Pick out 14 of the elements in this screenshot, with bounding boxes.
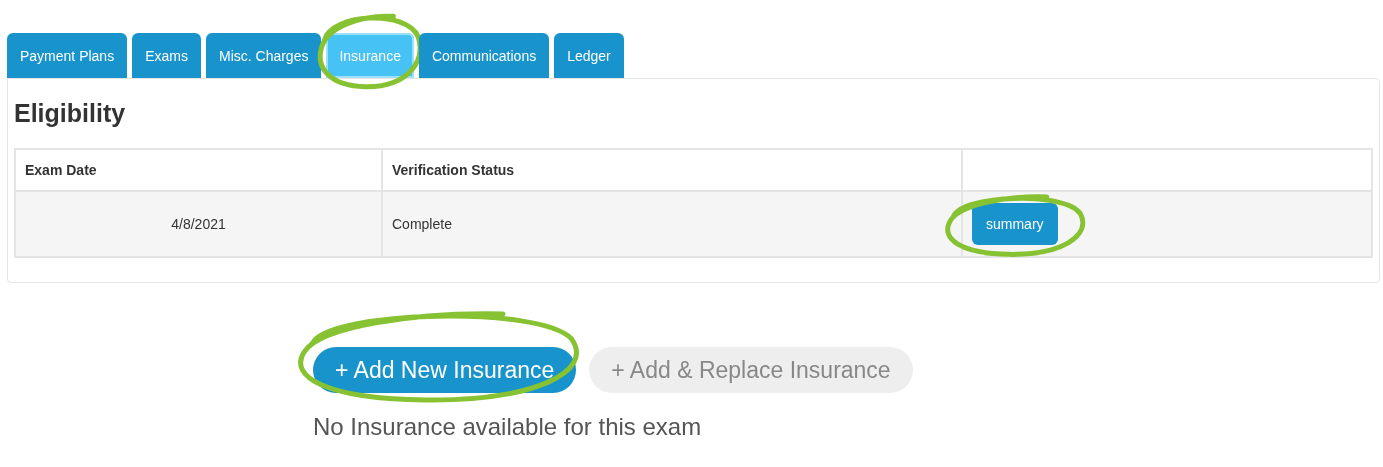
tab[interactable]: Insurance (326, 33, 414, 78)
column-header: Exam Date (15, 149, 382, 191)
tab[interactable]: Payment Plans (7, 33, 128, 78)
empty-message: No Insurance available for this exam (312, 412, 703, 441)
table-cell: Complete (382, 191, 962, 257)
summary-button[interactable]: summary (972, 203, 1058, 245)
column-header: Verification Status (382, 149, 962, 191)
table-cell: 4/8/2021 (15, 191, 382, 257)
add-insurance-button[interactable]: + Add New Insurance (313, 347, 577, 393)
tab[interactable]: Exams (132, 33, 201, 78)
tab[interactable]: Misc. Charges (205, 33, 322, 78)
section-title: Eligibility (14, 99, 127, 128)
tab[interactable]: Communications (418, 33, 550, 78)
tab[interactable]: Ledger (554, 33, 624, 78)
